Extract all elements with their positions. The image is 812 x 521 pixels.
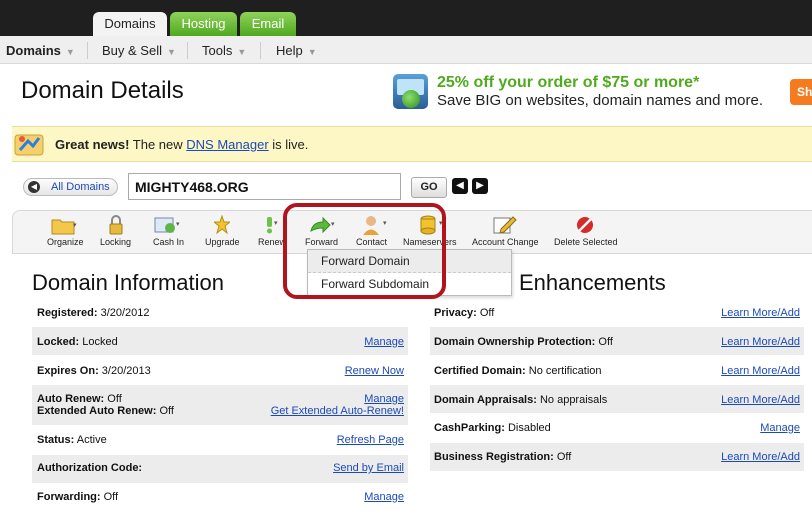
get-extended-auto-renew-link[interactable]: Get Extended Auto-Renew! (271, 405, 404, 417)
highlight-outline (283, 203, 446, 299)
tab-hosting[interactable]: Hosting (170, 12, 237, 36)
enh-row-appraisals: Domain Appraisals: No appraisals Learn M… (430, 385, 804, 413)
delete-icon[interactable] (576, 216, 594, 234)
toolbar-delete-selected[interactable]: Delete Selected (554, 237, 618, 247)
folder-icon[interactable]: ▾ (51, 217, 79, 235)
domain-information-title: Domain Information (32, 270, 224, 295)
svg-text:▾: ▾ (73, 222, 77, 229)
toolbar-upgrade[interactable]: Upgrade (205, 237, 240, 247)
privacy-learn-more-link[interactable]: Learn More/Add (721, 307, 800, 319)
info-row-forwarding: Forwarding: Off Manage (37, 491, 404, 503)
enh-row-privacy: Privacy: Off Learn More/Add (434, 307, 800, 319)
enh-row-certified-domain: Certified Domain: No certification Learn… (434, 365, 800, 377)
appraisals-learn-more-link[interactable]: Learn More/Add (721, 394, 800, 406)
svg-text:▾: ▾ (176, 221, 180, 228)
top-bar: Domains Hosting Email (0, 0, 812, 36)
manage-auto-renew-link[interactable]: Manage (364, 393, 404, 405)
dns-manager-link[interactable]: DNS Manager (186, 137, 268, 152)
info-row-expires: Expires On: 3/20/2013 Renew Now (37, 365, 404, 377)
chevron-down-icon: ▼ (65, 47, 75, 57)
tab-domains[interactable]: Domains (93, 12, 167, 36)
menu-divider (187, 42, 188, 59)
menu-buy-sell[interactable]: Buy & Sell ▼ (102, 43, 176, 58)
lock-icon[interactable] (108, 215, 124, 235)
promo-headline[interactable]: 25% off your order of $75 or more* (437, 74, 699, 92)
all-domains-button[interactable]: ◀ All Domains (23, 178, 118, 196)
news-message: Great news! The new DNS Manager is live. (55, 137, 309, 152)
info-row-auto-renew: Auto Renew: Off Manage Extended Auto Ren… (32, 385, 408, 425)
account-change-icon[interactable] (493, 215, 517, 235)
menu-bar: Domains ▼ Buy & Sell ▼ Tools ▼ Help ▼ (0, 36, 812, 64)
ownership-protection-learn-more-link[interactable]: Learn More/Add (721, 336, 800, 348)
menu-divider (260, 42, 261, 59)
promo-shop-button[interactable]: Sh (790, 79, 812, 105)
business-registration-learn-more-link[interactable]: Learn More/Add (721, 451, 800, 463)
renew-now-link[interactable]: Renew Now (345, 365, 404, 377)
megaphone-icon (14, 134, 44, 156)
toolbar-cash-in[interactable]: Cash In (153, 237, 184, 247)
send-by-email-link[interactable]: Send by Email (333, 462, 404, 474)
menu-divider (87, 42, 88, 59)
enh-row-ownership-protection: Domain Ownership Protection: Off Learn M… (430, 327, 804, 355)
upgrade-icon[interactable] (214, 215, 230, 235)
back-arrow-icon: ◀ (28, 181, 40, 193)
manage-forwarding-link[interactable]: Manage (364, 491, 404, 503)
certified-domain-learn-more-link[interactable]: Learn More/Add (721, 365, 800, 377)
chevron-down-icon: ▼ (307, 47, 317, 57)
menu-domains[interactable]: Domains ▼ (6, 43, 75, 58)
page-title: Domain Details (21, 77, 184, 104)
manage-locking-link[interactable]: Manage (364, 336, 404, 348)
info-row-authorization-code: Authorization Code: Send by Email (32, 455, 408, 483)
enh-row-business-registration: Business Registration: Off Learn More/Ad… (430, 443, 804, 471)
enh-row-cashparking: CashParking: Disabled Manage (434, 422, 800, 434)
toolbar-organize[interactable]: Organize (47, 237, 84, 247)
next-domain-button[interactable]: ▶ (472, 178, 488, 194)
tab-email[interactable]: Email (240, 12, 296, 36)
toolbar-locking[interactable]: Locking (100, 237, 131, 247)
toolbar-account-change[interactable]: Account Change (472, 237, 539, 247)
cash-icon[interactable]: ▾ (154, 216, 182, 235)
news-banner: Great news! The new DNS Manager is live. (12, 126, 812, 162)
domain-field[interactable] (128, 173, 401, 200)
go-button[interactable]: GO (411, 177, 447, 198)
chevron-down-icon: ▼ (166, 47, 176, 57)
enhancements-title: Enhancements (519, 270, 666, 295)
chevron-down-icon: ▼ (237, 47, 247, 57)
info-row-registered: Registered: 3/20/2012 (37, 307, 150, 319)
menu-tools[interactable]: Tools ▼ (202, 43, 246, 58)
promo-globe-icon[interactable] (393, 74, 428, 109)
renew-icon[interactable]: ▾ (262, 215, 282, 235)
promo-subline[interactable]: Save BIG on websites, domain names and m… (437, 92, 763, 109)
menu-help[interactable]: Help ▼ (276, 43, 317, 58)
info-row-status: Status: Active Refresh Page (37, 434, 404, 446)
info-row-locked: Locked: Locked Manage (32, 327, 408, 355)
refresh-page-link[interactable]: Refresh Page (337, 434, 404, 446)
previous-domain-button[interactable]: ◀ (452, 178, 468, 194)
cashparking-manage-link[interactable]: Manage (760, 422, 800, 434)
svg-text:▾: ▾ (274, 220, 278, 227)
